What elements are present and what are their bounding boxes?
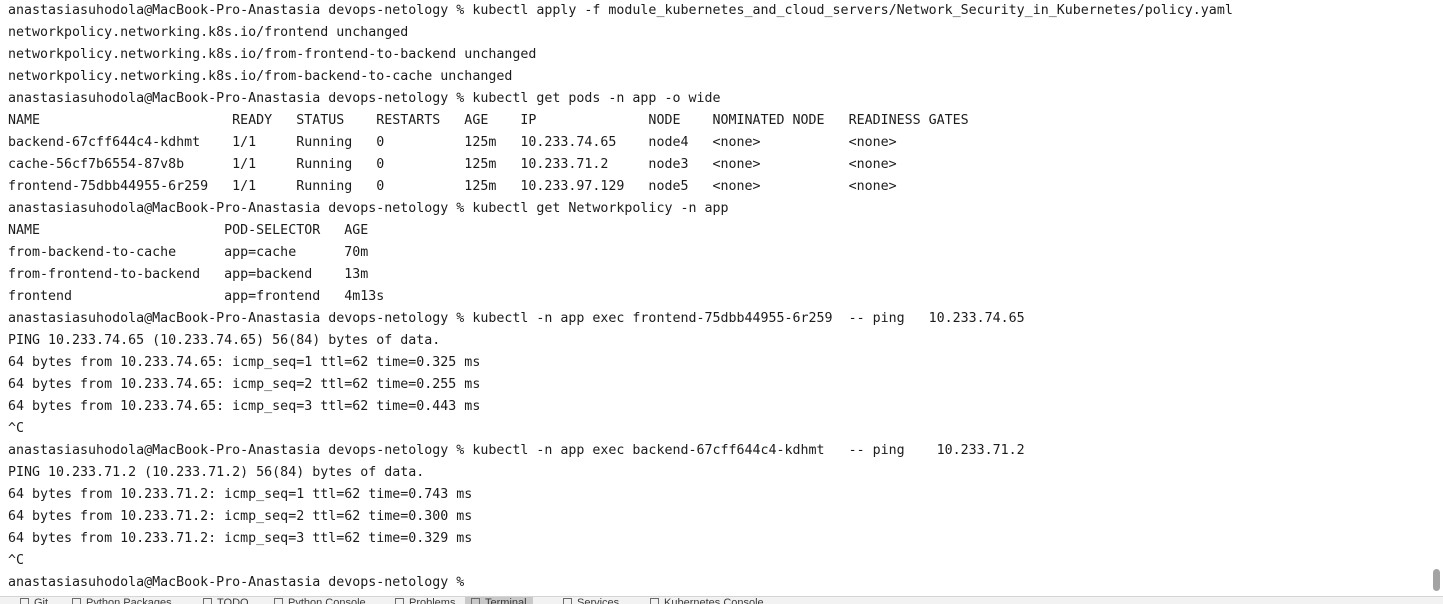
tab-label: Problems [409, 597, 456, 604]
terminal-line: 64 bytes from 10.233.71.2: icmp_seq=2 tt… [8, 509, 473, 524]
scrollbar-thumb[interactable] [1433, 569, 1440, 591]
todo-list-icon [203, 598, 212, 604]
terminal-line: frontend app=frontend 4m13s [8, 289, 385, 304]
terminal-line: 64 bytes from 10.233.74.65: icmp_seq=3 t… [8, 399, 481, 414]
tab-services[interactable]: Services [557, 597, 625, 604]
tab-label: TODO [217, 597, 249, 604]
terminal-panel[interactable]: anastasiasuhodola@MacBook-Pro-Anastasia … [0, 0, 1443, 596]
terminal-line: 64 bytes from 10.233.74.65: icmp_seq=2 t… [8, 377, 481, 392]
problems-icon [395, 598, 404, 604]
terminal-line: networkpolicy.networking.k8s.io/from-fro… [8, 47, 537, 62]
services-icon [563, 598, 572, 604]
tab-terminal[interactable]: Terminal [465, 597, 533, 604]
terminal-prompt-line: anastasiasuhodola@MacBook-Pro-Anastasia … [8, 201, 729, 216]
tab-problems[interactable]: Problems [389, 597, 461, 604]
terminal-line: 64 bytes from 10.233.71.2: icmp_seq=3 tt… [8, 531, 473, 546]
terminal-line: NAME READY STATUS RESTARTS AGE IP NODE N… [8, 113, 969, 128]
tab-todo[interactable]: TODO [197, 597, 255, 604]
git-branch-icon [20, 598, 29, 604]
tab-git[interactable]: Git [14, 597, 54, 604]
terminal-prompt-line: anastasiasuhodola@MacBook-Pro-Anastasia … [8, 575, 473, 590]
terminal-line: ^C [8, 553, 25, 568]
tab-label: Python Console [288, 597, 366, 604]
terminal-prompt-line: anastasiasuhodola@MacBook-Pro-Anastasia … [8, 3, 1233, 18]
terminal-line: networkpolicy.networking.k8s.io/from-bac… [8, 69, 513, 84]
tab-python-console[interactable]: Python Console [268, 597, 372, 604]
terminal-prompt-line: anastasiasuhodola@MacBook-Pro-Anastasia … [8, 311, 1025, 326]
tab-python-packages[interactable]: Python Packages [66, 597, 178, 604]
tool-window-bar: Git Python Packages TODO Python Console Prob… [0, 596, 1443, 604]
terminal-line: from-backend-to-cache app=cache 70m [8, 245, 369, 260]
terminal-scrollbar[interactable] [1429, 0, 1443, 596]
terminal-line: ^C [8, 421, 25, 436]
python-console-icon [274, 598, 283, 604]
tab-label: Python Packages [86, 597, 172, 604]
terminal-prompt-line: anastasiasuhodola@MacBook-Pro-Anastasia … [8, 91, 721, 106]
terminal-line: networkpolicy.networking.k8s.io/frontend… [8, 25, 409, 40]
terminal-line: from-frontend-to-backend app=backend 13m [8, 267, 369, 282]
terminal-line: PING 10.233.74.65 (10.233.74.65) 56(84) … [8, 333, 441, 348]
terminal-line: cache-56cf7b6554-87v8b 1/1 Running 0 125… [8, 157, 897, 172]
tab-label: Git [34, 597, 49, 604]
terminal-output[interactable]: anastasiasuhodola@MacBook-Pro-Anastasia … [8, 0, 1418, 594]
terminal-line: 64 bytes from 10.233.71.2: icmp_seq=1 tt… [8, 487, 473, 502]
terminal-icon [471, 598, 480, 604]
tab-label: Kubernetes Console [664, 597, 764, 604]
kubernetes-console-icon [650, 598, 659, 604]
tab-label: Terminal [485, 597, 527, 604]
terminal-line: NAME POD-SELECTOR AGE [8, 223, 369, 238]
tab-label: Services [577, 597, 620, 604]
terminal-line: 64 bytes from 10.233.74.65: icmp_seq=1 t… [8, 355, 481, 370]
terminal-line: backend-67cff644c4-kdhmt 1/1 Running 0 1… [8, 135, 897, 150]
tab-kubernetes-console[interactable]: Kubernetes Console [644, 597, 770, 604]
terminal-prompt-line: anastasiasuhodola@MacBook-Pro-Anastasia … [8, 443, 1025, 458]
packages-icon [72, 598, 81, 604]
terminal-line: PING 10.233.71.2 (10.233.71.2) 56(84) by… [8, 465, 425, 480]
terminal-line: frontend-75dbb44955-6r259 1/1 Running 0 … [8, 179, 897, 194]
